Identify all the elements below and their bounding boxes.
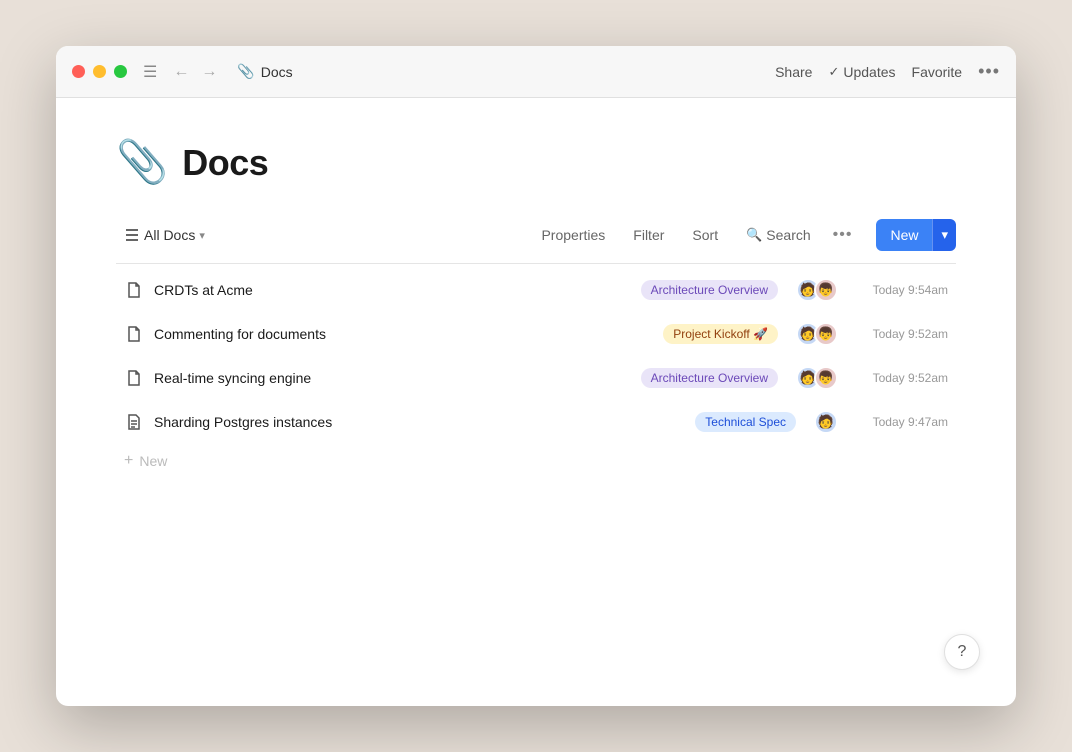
document-icon xyxy=(124,326,144,342)
main-content: 📎 Docs All Docs ▾ xyxy=(56,98,1016,706)
minimize-button[interactable] xyxy=(93,65,106,78)
search-button[interactable]: 🔍 Search xyxy=(740,223,817,247)
search-icon: 🔍 xyxy=(746,227,762,243)
filter-left: All Docs ▾ xyxy=(116,223,213,247)
share-button[interactable]: Share xyxy=(775,64,812,80)
plus-icon: + xyxy=(124,452,133,470)
avatar-group: 🧑 xyxy=(814,410,838,434)
document-time: Today 9:52am xyxy=(848,327,948,341)
page-icon: 📎 xyxy=(116,138,168,187)
document-name: Sharding Postgres instances xyxy=(154,414,685,430)
main-window: ☰ ← → 📎 Docs Share ✓ Updates Favorite ••… xyxy=(56,46,1016,706)
document-name: Real-time syncing engine xyxy=(154,370,631,386)
tag-label[interactable]: Architecture Overview xyxy=(641,280,778,300)
new-button-group: New ▾ xyxy=(876,219,956,251)
document-icon xyxy=(124,282,144,298)
avatar-group: 🧑👦 xyxy=(796,366,838,390)
toolbar-more-icon[interactable]: ••• xyxy=(833,226,853,244)
avatar: 👦 xyxy=(814,366,838,390)
titlebar: ☰ ← → 📎 Docs Share ✓ Updates Favorite ••… xyxy=(56,46,1016,98)
table-row[interactable]: Commenting for documents Project Kickoff … xyxy=(116,312,956,356)
avatar: 👦 xyxy=(814,322,838,346)
page-title: Docs xyxy=(182,142,268,184)
all-docs-button[interactable]: All Docs ▾ xyxy=(116,223,213,247)
sort-button[interactable]: Sort xyxy=(686,223,724,247)
table-row[interactable]: Real-time syncing engine Architecture Ove… xyxy=(116,356,956,400)
document-name: Commenting for documents xyxy=(154,326,653,342)
document-name: CRDTs at Acme xyxy=(154,282,631,298)
new-row-label: New xyxy=(139,453,167,469)
toolbar: All Docs ▾ Properties Filter Sort 🔍 Sear… xyxy=(116,219,956,251)
titlebar-center: ☰ ← → 📎 Docs xyxy=(143,61,775,83)
new-doc-row[interactable]: + New xyxy=(116,444,956,478)
filter-button[interactable]: Filter xyxy=(627,223,670,247)
back-arrow-icon[interactable]: ← xyxy=(169,61,193,83)
document-tags: Architecture Overview xyxy=(641,280,778,300)
new-dropdown-button[interactable]: ▾ xyxy=(932,219,956,251)
nav-arrows: ← → xyxy=(169,61,221,83)
sidebar-toggle-icon[interactable]: ☰ xyxy=(143,62,157,82)
document-tags: Architecture Overview xyxy=(641,368,778,388)
document-list: CRDTs at AcmeArchitecture Overview🧑👦Toda… xyxy=(116,268,956,444)
list-icon xyxy=(124,228,140,242)
help-button[interactable]: ? xyxy=(944,634,980,670)
more-options-icon[interactable]: ••• xyxy=(978,61,1000,82)
check-icon: ✓ xyxy=(828,64,839,80)
avatar: 👦 xyxy=(814,278,838,302)
breadcrumb: 📎 Docs xyxy=(237,63,292,80)
document-icon xyxy=(124,370,144,386)
document-tags: Technical Spec xyxy=(695,412,796,432)
document-tags: Project Kickoff 🚀 xyxy=(663,324,778,344)
document-time: Today 9:52am xyxy=(848,371,948,385)
chevron-down-icon: ▾ xyxy=(199,229,205,242)
filter-right: Properties Filter Sort 🔍 Search ••• New … xyxy=(535,219,956,251)
avatar-group: 🧑👦 xyxy=(796,322,838,346)
page-header: 📎 Docs xyxy=(116,138,956,187)
forward-arrow-icon[interactable]: → xyxy=(197,61,221,83)
titlebar-actions: Share ✓ Updates Favorite ••• xyxy=(775,61,1000,82)
tag-label[interactable]: Architecture Overview xyxy=(641,368,778,388)
tag-label[interactable]: Technical Spec xyxy=(695,412,796,432)
close-button[interactable] xyxy=(72,65,85,78)
avatar-group: 🧑👦 xyxy=(796,278,838,302)
document-icon xyxy=(124,414,144,430)
document-time: Today 9:47am xyxy=(848,415,948,429)
maximize-button[interactable] xyxy=(114,65,127,78)
toolbar-divider xyxy=(116,263,956,264)
properties-button[interactable]: Properties xyxy=(535,223,611,247)
updates-label: Updates xyxy=(843,64,895,80)
new-button[interactable]: New xyxy=(876,219,932,251)
favorite-button[interactable]: Favorite xyxy=(912,64,963,80)
table-row[interactable]: CRDTs at Acme Architecture Overview 🧑👦 Toda… xyxy=(116,268,956,312)
updates-button[interactable]: ✓ Updates xyxy=(828,64,895,80)
breadcrumb-text: Docs xyxy=(261,64,293,80)
table-row[interactable]: Sharding Postgres instances Technical Spe… xyxy=(116,400,956,444)
tag-label[interactable]: Project Kickoff 🚀 xyxy=(663,324,778,344)
avatar: 🧑 xyxy=(814,410,838,434)
traffic-lights xyxy=(72,65,127,78)
breadcrumb-icon: 📎 xyxy=(237,63,254,80)
all-docs-label: All Docs xyxy=(144,227,195,243)
document-time: Today 9:54am xyxy=(848,283,948,297)
